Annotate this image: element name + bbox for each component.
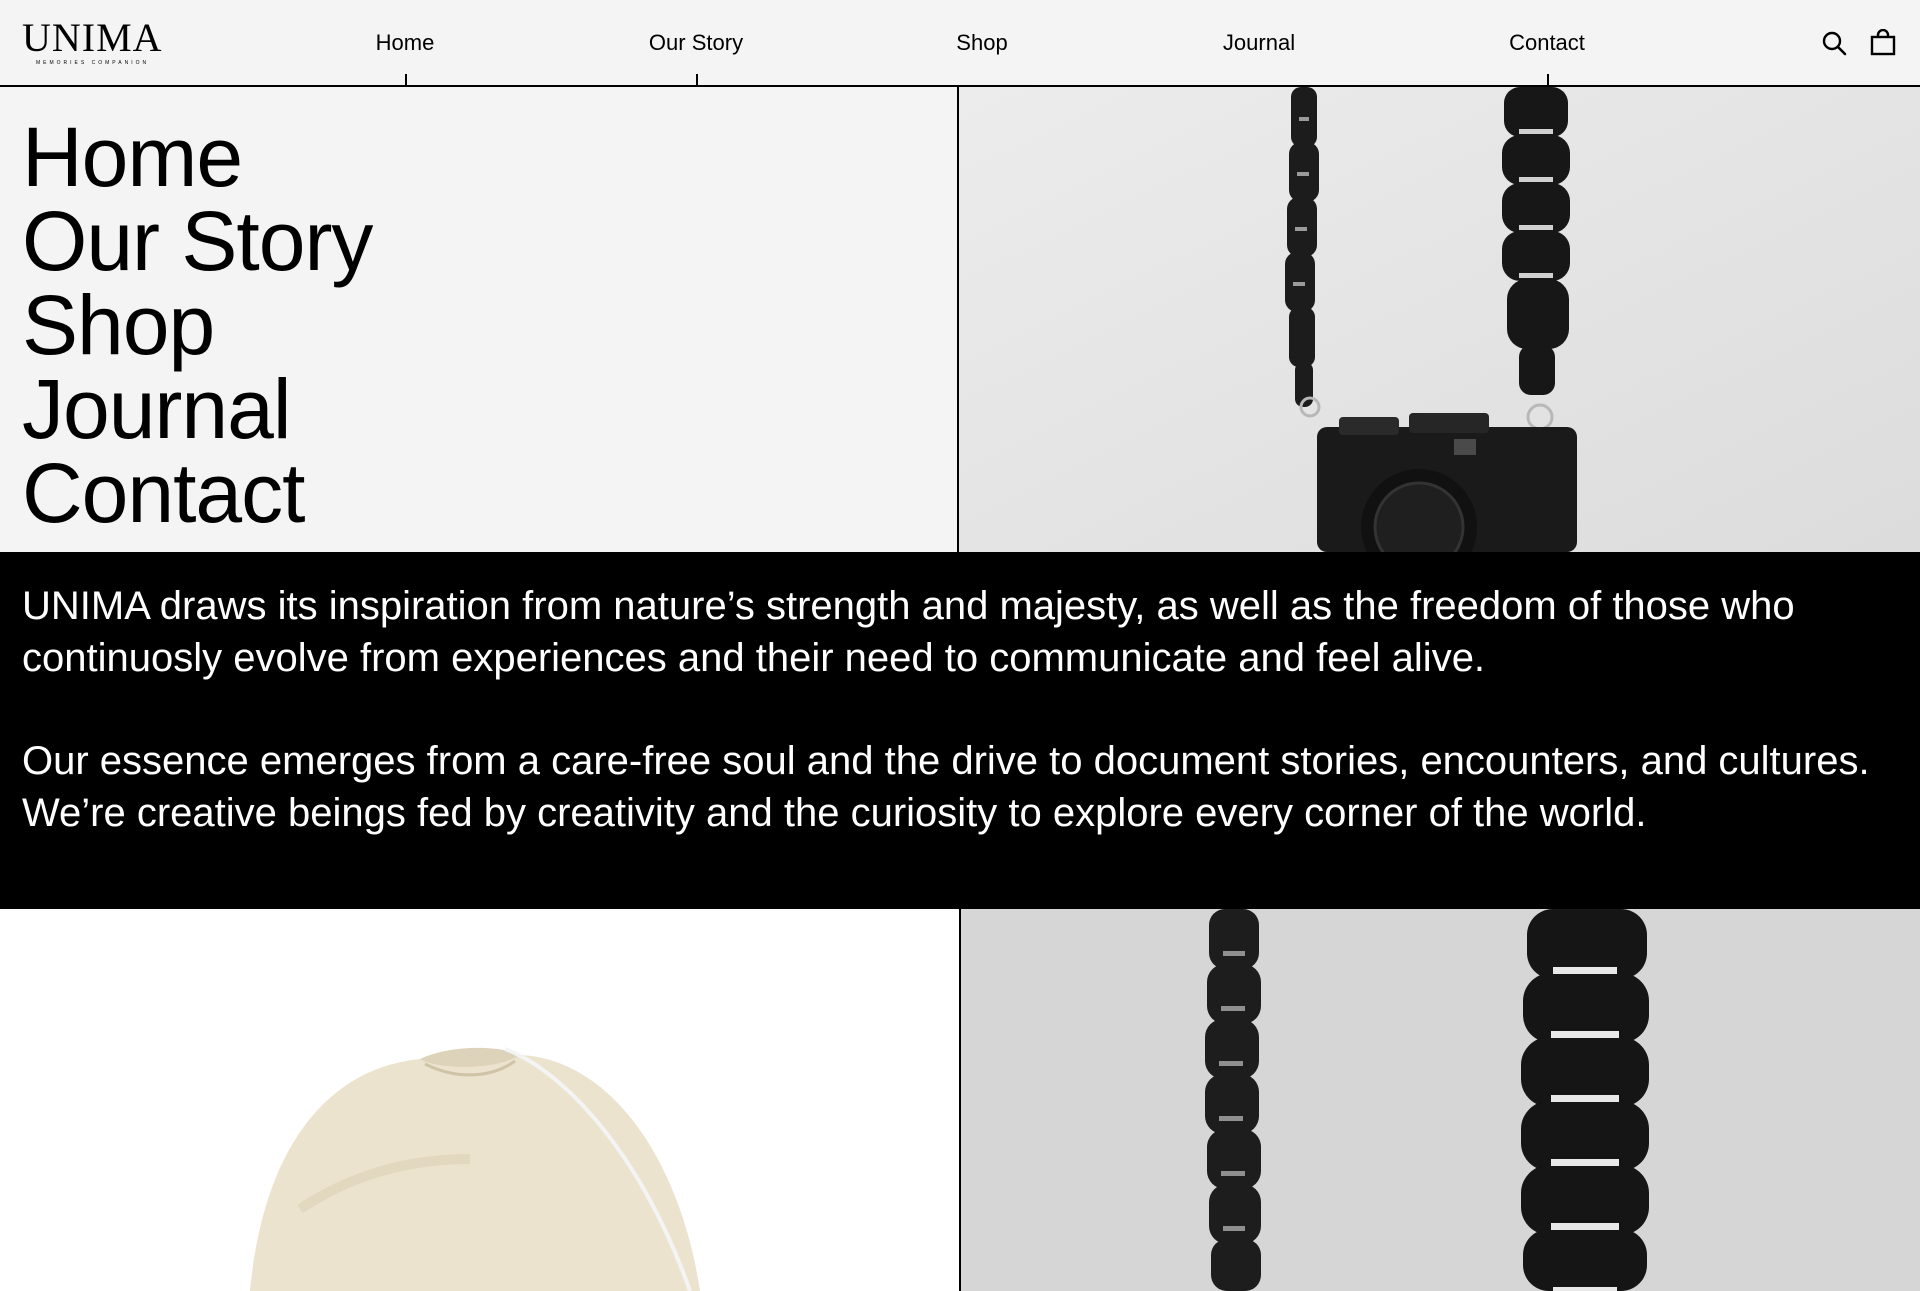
menu-item-contact[interactable]: Contact: [22, 451, 372, 535]
nav-divider-tick: [696, 74, 698, 86]
strap-detail-illustration: [961, 909, 1920, 1291]
site-header: UNIMA MEMORIES COMPANION Home Our Story …: [0, 0, 1920, 87]
nav-journal[interactable]: Journal: [1223, 30, 1295, 56]
main-nav: Home Our Story Shop Journal Contact: [0, 0, 1920, 87]
camera-strap-photo: [959, 87, 1920, 552]
strap-detail-photo: [959, 909, 1920, 1291]
menu-panel: Home Our Story Shop Journal Contact: [0, 87, 959, 552]
large-menu: Home Our Story Shop Journal Contact: [22, 115, 373, 535]
camera-strap-illustration: [959, 87, 1920, 552]
nav-contact[interactable]: Contact: [1509, 30, 1585, 56]
nav-divider-tick: [405, 74, 407, 86]
pouch-illustration: [0, 909, 959, 1291]
bag-icon: [1870, 29, 1896, 56]
menu-item-shop[interactable]: Shop: [22, 283, 372, 367]
search-icon: [1822, 31, 1847, 56]
menu-item-home[interactable]: Home: [22, 115, 372, 199]
menu-item-our-story[interactable]: Our Story: [22, 199, 373, 283]
about-paragraph-1: UNIMA draws its inspiration from nature’…: [22, 584, 1795, 680]
cart-button[interactable]: [1868, 28, 1898, 58]
about-band: UNIMA draws its inspiration from nature’…: [0, 552, 1920, 909]
search-button[interactable]: [1819, 28, 1849, 58]
menu-item-journal[interactable]: Journal: [22, 367, 372, 451]
nav-shop[interactable]: Shop: [956, 30, 1007, 56]
nav-divider-tick: [1547, 74, 1549, 86]
pouch-photo: [0, 909, 959, 1291]
nav-home[interactable]: Home: [376, 30, 435, 56]
nav-our-story[interactable]: Our Story: [649, 30, 743, 56]
about-paragraph-2: Our essence emerges from a care-free sou…: [22, 739, 1870, 835]
